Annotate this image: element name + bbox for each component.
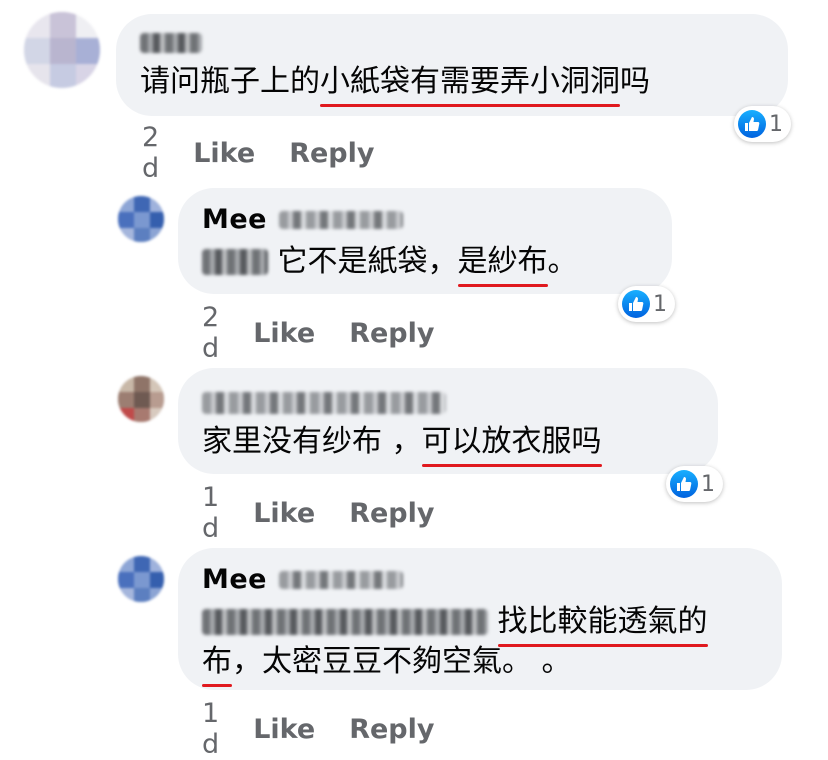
thumbs-up-icon: [738, 110, 766, 138]
author-name[interactable]: [202, 392, 446, 414]
like-button[interactable]: Like: [253, 318, 315, 349]
comment-meta: 2 d Like Reply: [202, 302, 435, 364]
underlined-text: 可以放衣服吗: [421, 422, 602, 467]
text-segment: 请问瓶子上的: [140, 64, 320, 99]
blurred-mention: [202, 609, 488, 635]
reply-button[interactable]: Reply: [349, 318, 434, 349]
blurred-author-name: [140, 33, 202, 53]
text-segment: 家里没有纱布 ，: [202, 424, 422, 459]
text-segment: [488, 604, 498, 639]
author-name[interactable]: Mee: [202, 204, 403, 235]
comment-meta: 1 d Like Reply: [202, 698, 435, 760]
avatar[interactable]: [118, 196, 164, 242]
text-segment: 吗: [620, 64, 650, 99]
reaction-badge[interactable]: 1: [666, 466, 723, 502]
underlined-text: 布: [202, 642, 232, 687]
comment-text-line-1: 找比較能透氣的: [202, 602, 708, 647]
reaction-count: 1: [701, 471, 715, 497]
author-first-name: Mee: [202, 204, 267, 235]
text-segment: ，太密豆豆不夠空氣。 。: [232, 644, 572, 679]
blurred-author-surname: [279, 570, 403, 589]
comment-text: 它不是紙袋，是紗布。: [202, 242, 578, 287]
reaction-count: 1: [653, 291, 667, 317]
blurred-author-surname: [279, 210, 403, 229]
like-button[interactable]: Like: [253, 498, 315, 529]
thumbs-up-icon: [670, 470, 698, 498]
text-segment: 它不是紙袋，: [268, 244, 458, 279]
underlined-text: 小紙袋有需要弄小洞洞: [320, 62, 620, 107]
blurred-author-name: [202, 392, 446, 414]
like-button[interactable]: Like: [193, 138, 255, 169]
reaction-badge[interactable]: 1: [734, 106, 791, 142]
timestamp[interactable]: 2 d: [202, 302, 219, 364]
author-name[interactable]: Mee: [202, 564, 403, 595]
timestamp[interactable]: 1 d: [202, 482, 219, 544]
reply-button[interactable]: Reply: [349, 498, 434, 529]
author-first-name: Mee: [202, 564, 267, 595]
avatar[interactable]: [24, 12, 100, 88]
comment-text-line-2: 布，太密豆豆不夠空氣。 。: [202, 642, 572, 687]
avatar[interactable]: [118, 556, 164, 602]
timestamp[interactable]: 2 d: [142, 122, 159, 184]
comment-meta: 1 d Like Reply: [202, 482, 435, 544]
comment-text: 请问瓶子上的小紙袋有需要弄小洞洞吗: [140, 62, 650, 107]
underlined-text: 是紗布: [457, 242, 548, 287]
reaction-badge[interactable]: 1: [618, 286, 675, 322]
comment-text: 家里没有纱布 ，可以放衣服吗: [202, 422, 602, 467]
reply-button[interactable]: Reply: [349, 714, 434, 745]
avatar[interactable]: [118, 376, 164, 422]
blurred-mention: [202, 249, 268, 275]
like-button[interactable]: Like: [253, 714, 315, 745]
underlined-text: 找比較能透氣的: [497, 602, 708, 647]
author-name[interactable]: [140, 33, 202, 53]
text-segment: 。: [547, 244, 578, 279]
comment-meta: 2 d Like Reply: [142, 122, 375, 184]
reaction-count: 1: [769, 111, 783, 137]
reply-button[interactable]: Reply: [289, 138, 374, 169]
timestamp[interactable]: 1 d: [202, 698, 219, 760]
thumbs-up-icon: [622, 290, 650, 318]
